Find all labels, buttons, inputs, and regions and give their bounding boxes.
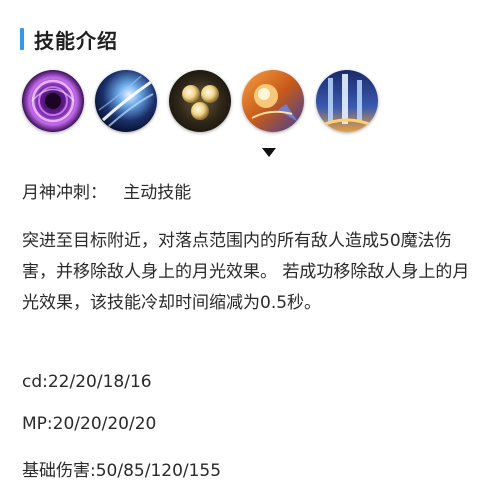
skill-mana-cost: MP:20/20/20/20: [22, 414, 157, 434]
skill-name: 月神冲刺：: [22, 183, 107, 203]
blue-slash-icon[interactable]: [95, 70, 157, 132]
blue-pillars-icon[interactable]: [316, 70, 378, 132]
skill-icon-row: [22, 70, 382, 134]
orange-burst-icon[interactable]: [242, 70, 304, 132]
skill-description: 突进至目标附近，对落点范围内的所有敌人造成50魔法伤害，并移除敌人身上的月光效果…: [22, 231, 470, 313]
selected-skill-indicator: [262, 148, 276, 157]
skill-type: 主动技能: [123, 183, 192, 203]
purple-vortex-icon[interactable]: [22, 70, 84, 132]
section-title: 技能介绍: [34, 28, 118, 53]
skill-cooldown: cd:22/20/18/16: [22, 372, 152, 392]
golden-orbs-icon[interactable]: [169, 70, 231, 132]
skill-base-damage: 基础伤害:50/85/120/155: [22, 461, 222, 481]
section-accent-bar: [20, 28, 24, 50]
skill-name-line: 月神冲刺： 主动技能: [22, 178, 191, 203]
section-header: 技能介绍: [20, 27, 118, 53]
